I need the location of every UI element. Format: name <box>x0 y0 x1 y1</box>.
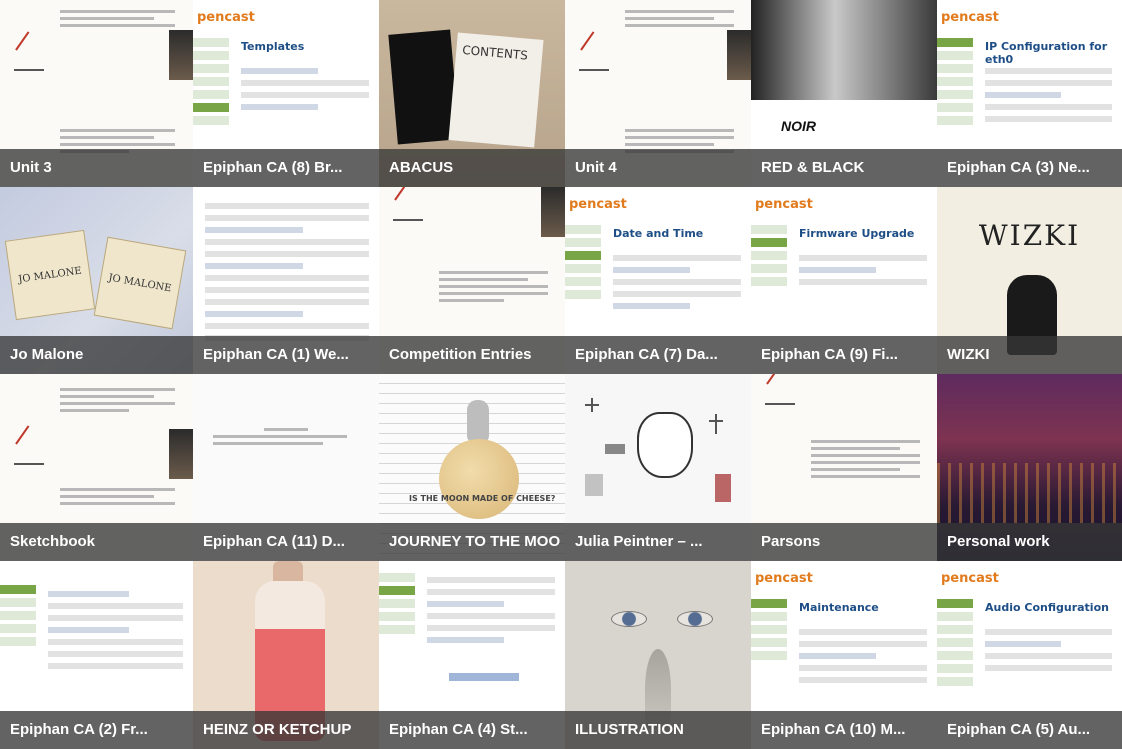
logo-icon <box>761 379 801 409</box>
tile-caption: Epiphan CA (2) Fr... <box>0 711 193 749</box>
admin-heading: Maintenance <box>799 601 879 614</box>
logo-icon <box>10 439 50 469</box>
gallery-tile-abacus[interactable]: CONTENTS ABACUS <box>379 0 565 187</box>
box-text: JO MALONE <box>4 229 96 321</box>
gallery-tile-epiphan-3[interactable]: pencast IP Configuration for eth0 Epipha… <box>937 0 1122 187</box>
logo-icon <box>10 45 50 75</box>
tile-caption: HEINZ OR KETCHUP <box>193 711 379 749</box>
brand-text: pencast <box>941 10 999 25</box>
thumbnail-grid: Unit 3 pencast Templates Epiphan CA (8) … <box>0 0 1122 749</box>
tile-caption: Julia Peintner – ... <box>565 523 751 561</box>
box-text: JO MALONE <box>93 236 187 330</box>
gallery-tile-journey-to-the-moon[interactable]: IS THE MOON MADE OF CHEESE? JOURNEY TO T… <box>379 374 565 561</box>
brand-text: pencast <box>755 197 813 212</box>
gallery-tile-epiphan-11[interactable]: Epiphan CA (11) D... <box>193 374 379 561</box>
gallery-tile-heinz-or-ketchup[interactable]: HEINZ OR KETCHUP <box>193 561 379 749</box>
gallery-tile-personal-work[interactable]: Personal work <box>937 374 1122 561</box>
gallery-tile-epiphan-10[interactable]: pencast Maintenance Epiphan CA (10) M... <box>751 561 937 749</box>
logo-icon <box>575 45 615 75</box>
tile-caption: Sketchbook <box>0 523 193 561</box>
tile-caption: Epiphan CA (9) Fi... <box>751 336 937 374</box>
tile-caption: Personal work <box>937 523 1122 561</box>
admin-heading: Audio Configuration <box>985 601 1109 614</box>
tile-caption: RED & BLACK <box>751 149 937 187</box>
gallery-tile-parsons[interactable]: Parsons <box>751 374 937 561</box>
gallery-tile-epiphan-7[interactable]: pencast Date and Time Epiphan CA (7) Da.… <box>565 187 751 374</box>
gallery-tile-sketchbook[interactable]: Sketchbook <box>0 374 193 561</box>
admin-heading: Templates <box>241 40 305 53</box>
tile-caption: Epiphan CA (4) St... <box>379 711 565 749</box>
brand-text: pencast <box>755 571 813 586</box>
tile-caption: Parsons <box>751 523 937 561</box>
wizki-logo: WIZKI <box>978 219 1081 252</box>
gallery-tile-epiphan-9[interactable]: pencast Firmware Upgrade Epiphan CA (9) … <box>751 187 937 374</box>
tile-caption: Epiphan CA (11) D... <box>193 523 379 561</box>
gallery-tile-wizki[interactable]: WIZKI WIZKI <box>937 187 1122 374</box>
tile-caption: Epiphan CA (1) We... <box>193 336 379 374</box>
gallery-tile-unit-3[interactable]: Unit 3 <box>0 0 193 187</box>
admin-heading: Date and Time <box>613 227 704 240</box>
gallery-tile-red-black[interactable]: NOIR RED & BLACK <box>751 0 937 187</box>
gallery-tile-epiphan-4[interactable]: Epiphan CA (4) St... <box>379 561 565 749</box>
gallery-tile-illustration[interactable]: ILLUSTRATION <box>565 561 751 749</box>
tile-caption: Epiphan CA (10) M... <box>751 711 937 749</box>
logo-icon <box>389 195 429 225</box>
tile-caption: ILLUSTRATION <box>565 711 751 749</box>
brand-text: pencast <box>569 197 627 212</box>
tile-caption: Epiphan CA (7) Da... <box>565 336 751 374</box>
gallery-tile-unit-4[interactable]: Unit 4 <box>565 0 751 187</box>
tile-caption: Epiphan CA (5) Au... <box>937 711 1122 749</box>
tile-caption: Competition Entries <box>379 336 565 374</box>
admin-heading: Firmware Upgrade <box>799 227 915 240</box>
gallery-tile-epiphan-2[interactable]: Epiphan CA (2) Fr... <box>0 561 193 749</box>
gallery-tile-epiphan-1[interactable]: Epiphan CA (1) We... <box>193 187 379 374</box>
page-text: NOIR <box>781 118 816 134</box>
tile-caption: Jo Malone <box>0 336 193 374</box>
gallery-tile-epiphan-5[interactable]: pencast Audio Configuration Epiphan CA (… <box>937 561 1122 749</box>
gallery-tile-jo-malone[interactable]: JO MALONE JO MALONE Jo Malone <box>0 187 193 374</box>
brand-text: pencast <box>197 10 255 25</box>
page-text: IS THE MOON MADE OF CHEESE? <box>409 494 556 503</box>
gallery-tile-julia-peintner[interactable]: Julia Peintner – ... <box>565 374 751 561</box>
gallery-tile-competition-entries[interactable]: Competition Entries <box>379 187 565 374</box>
gallery-tile-epiphan-8[interactable]: pencast Templates Epiphan CA (8) Br... <box>193 0 379 187</box>
brand-text: pencast <box>941 571 999 586</box>
tile-caption: ABACUS <box>379 149 565 187</box>
page-text: CONTENTS <box>448 32 544 148</box>
tile-caption: WIZKI <box>937 336 1122 374</box>
tile-caption: JOURNEY TO THE MOO <box>379 523 565 561</box>
tile-caption: Epiphan CA (8) Br... <box>193 149 379 187</box>
tile-caption: Unit 4 <box>565 149 751 187</box>
tile-caption: Epiphan CA (3) Ne... <box>937 149 1122 187</box>
tile-caption: Unit 3 <box>0 149 193 187</box>
